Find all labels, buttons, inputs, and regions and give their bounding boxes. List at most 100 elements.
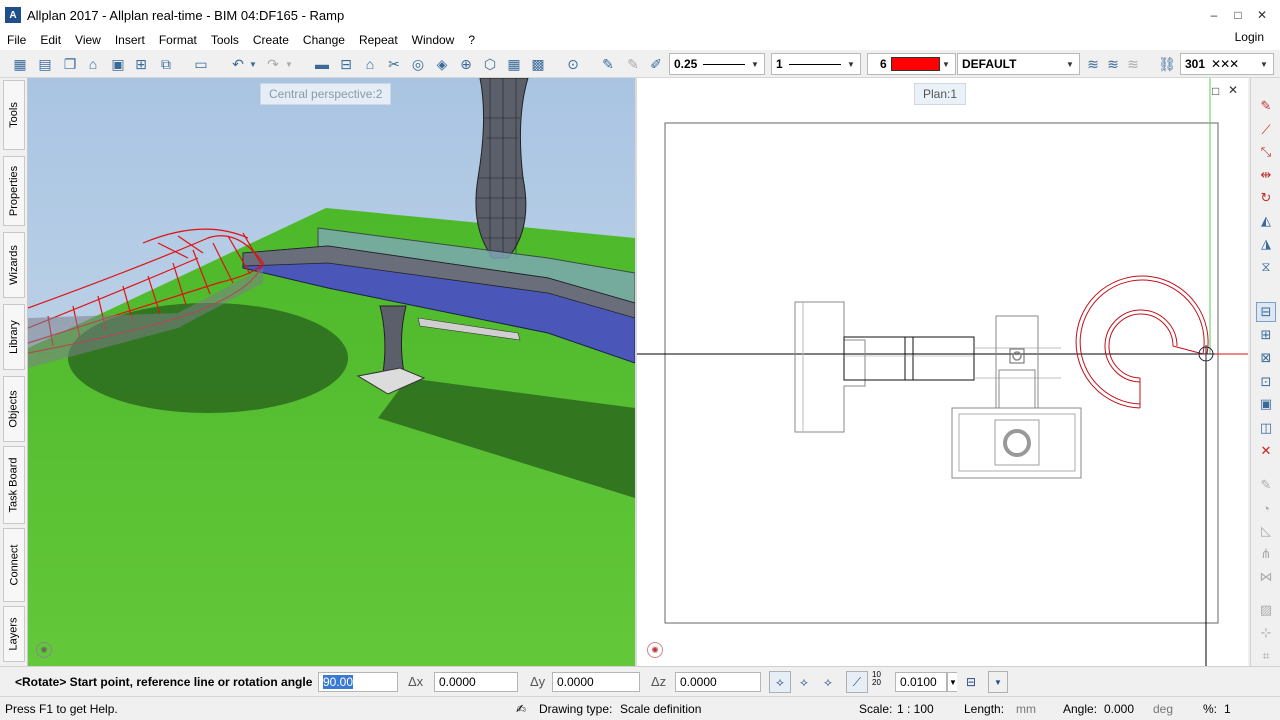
extend-icon[interactable]: ⊡ [1256,372,1276,392]
intersection-snap-button[interactable]: ⟡ [793,671,815,693]
menu-tools[interactable]: Tools [204,33,246,47]
dimension-icon[interactable]: ⊟ [336,54,356,74]
layer-visibility-icon[interactable]: ≋ [1103,54,1123,74]
redo-dropdown-icon[interactable]: ▼ [283,54,295,74]
plan-spiral-ramp[interactable] [1075,275,1209,409]
track-value-input[interactable]: 0.0100 [895,672,947,692]
grid-view-icon[interactable]: ▦ [504,54,524,74]
plane-dropdown[interactable]: ▼ [988,671,1008,693]
pen-disabled-icon[interactable]: ✎ [1256,475,1276,495]
viewport-plan[interactable]: Plan:1 □ ✕ ✺ [637,78,1248,666]
zoom-icon[interactable]: ⊙ [563,54,583,74]
color-grid-icon[interactable]: ▩ [528,54,548,74]
menu-help[interactable]: ? [461,33,482,47]
cut-icon[interactable]: ✂ [384,54,404,74]
cube-icon[interactable]: ⬡ [480,54,500,74]
copy-icon[interactable]: ⧉ [156,54,176,74]
pencil-icon[interactable]: ✎ [1256,96,1276,116]
distort-icon[interactable]: ⧖ [1256,257,1276,277]
minimize-button[interactable]: – [1202,6,1226,24]
delete-icon[interactable]: ✕ [1256,441,1276,461]
render-icon[interactable]: ◈ [432,54,452,74]
line-type-select[interactable]: 1 ▼ [771,53,861,75]
mirror-icon[interactable]: ⇹ [1256,165,1276,185]
maximize-button[interactable]: □ [1226,6,1250,24]
hatch-icon[interactable]: ⛓ [1157,54,1177,74]
undo-dropdown-icon[interactable]: ▼ [247,54,259,74]
viewport-3d[interactable]: Central perspective:2 ✺ [28,78,635,666]
dy-input[interactable]: 0.0000 [552,672,640,692]
mirror-vertical-icon[interactable]: ◭ [1256,211,1276,231]
menu-change[interactable]: Change [296,33,352,47]
point-snap-button[interactable]: ⟡ [769,671,791,693]
plane-button[interactable]: ⊟ [957,671,985,693]
eyedropper-icon[interactable]: ✐ [646,54,666,74]
dz-input[interactable]: 0.0000 [675,672,761,692]
close-viewport-icon[interactable]: ✕ [1228,83,1238,97]
tab-task-board[interactable]: Task Board [3,446,25,524]
dx-input[interactable]: 0.0000 [434,672,518,692]
maximize-viewport-icon[interactable]: □ [1212,84,1219,98]
layer-lock-icon[interactable]: ≋ [1123,54,1143,74]
move-icon[interactable]: ⤡ [1256,142,1276,162]
menu-edit[interactable]: Edit [33,33,68,47]
navigation-icon[interactable]: ✺ [36,642,52,658]
print-preview-icon[interactable]: ▭ [191,54,211,74]
round-disabled-icon[interactable]: ◔ [1256,498,1276,518]
length-unit[interactable]: mm [1016,702,1036,716]
tab-properties[interactable]: Properties [3,156,25,226]
tab-connect[interactable]: Connect [3,528,25,602]
pen-thickness-select[interactable]: 0.25 ▼ [669,53,765,75]
layer-stack-icon[interactable]: ≋ [1083,54,1103,74]
table-icon[interactable]: ▤ [35,54,55,74]
camera-icon[interactable]: ◎ [408,54,428,74]
track-button[interactable]: ⟋ [846,671,868,693]
measure-disabled-icon[interactable]: ⊹ [1256,623,1276,643]
pen-format-disabled-icon[interactable]: ✎ [623,54,643,74]
text-disabled-icon[interactable]: ⌗ [1256,646,1276,666]
login-link[interactable]: Login [1235,30,1264,44]
join-disabled-icon[interactable]: ⋈ [1256,567,1276,587]
mirror-copy-icon[interactable]: ◮ [1256,234,1276,254]
menu-insert[interactable]: Insert [108,33,152,47]
grid-icon[interactable]: ▦ [10,54,30,74]
trim-icon[interactable]: ⊠ [1256,348,1276,368]
modify-icon[interactable]: ◫ [1256,418,1276,438]
allplan-icon[interactable]: A [5,7,21,23]
tab-objects[interactable]: Objects [3,376,25,442]
stretch-icon[interactable]: ⊟ [1256,302,1276,322]
menu-format[interactable]: Format [152,33,204,47]
new-file-icon[interactable]: ❐ [60,54,80,74]
split-disabled-icon[interactable]: ⋔ [1256,544,1276,564]
close-button[interactable]: ✕ [1250,6,1274,24]
layer-select[interactable]: DEFAULT ▼ [957,53,1080,75]
menu-view[interactable]: View [68,33,108,47]
color-select[interactable]: 6 ▼ [867,53,956,75]
drawing-type-icon[interactable]: ✍ [516,702,526,716]
open-icon[interactable]: ⌂ [83,54,103,74]
midpoint-snap-button[interactable]: ⟡ [817,671,839,693]
layers-icon[interactable]: ⊞ [131,54,151,74]
redo-icon[interactable]: ↷ [263,54,283,74]
save-icon[interactable]: ▣ [108,54,128,74]
tab-wizards[interactable]: Wizards [3,232,25,298]
elevation-icon[interactable]: ⌂ [360,54,380,74]
animation-icon[interactable]: ⊕ [456,54,476,74]
menu-window[interactable]: Window [405,33,462,47]
drawing-type-value[interactable]: Scale definition [620,702,701,716]
rotate-icon[interactable]: ↻ [1256,188,1276,208]
navigation-icon[interactable]: ✺ [647,642,663,658]
chamfer-disabled-icon[interactable]: ◺ [1256,521,1276,541]
pen-format-icon[interactable]: ✎ [598,54,618,74]
undo-icon[interactable]: ↶ [228,54,248,74]
menu-create[interactable]: Create [246,33,296,47]
line-icon[interactable]: ⟋ [1256,120,1276,140]
hatch-disabled-icon[interactable]: ▨ [1256,600,1276,620]
tab-layers[interactable]: Layers [3,606,25,662]
scale-value[interactable]: 1 : 100 [897,702,934,716]
rotation-angle-input[interactable]: 90.00 [318,672,398,692]
offset-icon[interactable]: ⊞ [1256,325,1276,345]
menu-file[interactable]: File [0,33,33,47]
tab-library[interactable]: Library [3,304,25,370]
angle-unit[interactable]: deg [1153,702,1173,716]
